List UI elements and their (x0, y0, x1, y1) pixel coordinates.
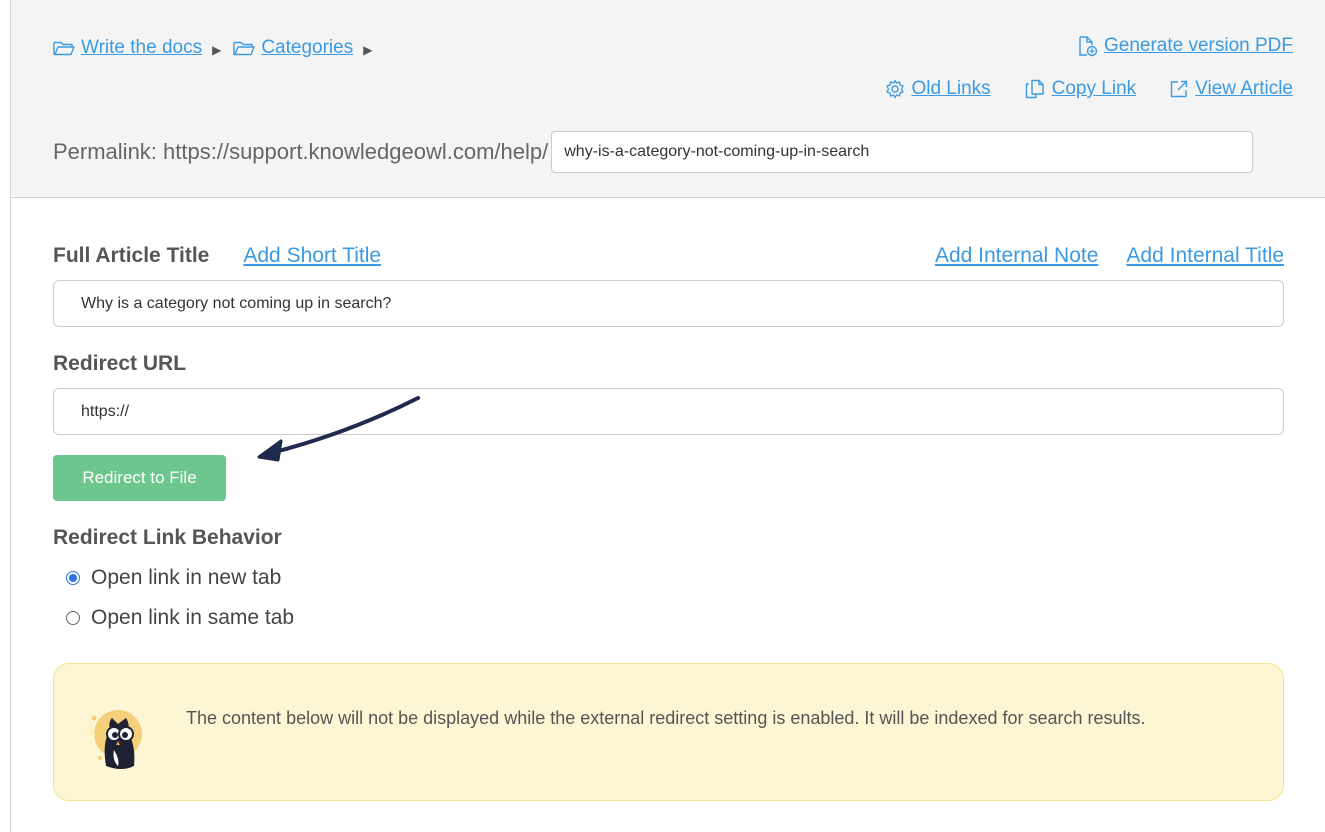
permalink-input[interactable] (551, 131, 1254, 173)
annotation-arrow-icon (257, 396, 420, 462)
generate-pdf-action[interactable]: Generate version PDF (1076, 35, 1293, 57)
breadcrumb-item-write-the-docs[interactable]: Write the docs (53, 37, 202, 59)
notice-text: The content below will not be displayed … (186, 708, 1146, 728)
redirect-link-behavior-label: Redirect Link Behavior (53, 526, 282, 549)
breadcrumb: Write the docs ▶ Categories ▶ (53, 36, 384, 60)
breadcrumb-link[interactable]: Categories (261, 37, 353, 59)
pdf-file-icon (1076, 35, 1098, 57)
folder-icon (53, 40, 75, 56)
add-internal-note-link[interactable]: Add Internal Note (935, 244, 1098, 268)
copy-link-link[interactable]: Copy Link (1052, 78, 1137, 100)
external-link-icon (1169, 79, 1189, 99)
breadcrumb-item-categories[interactable]: Categories (233, 37, 353, 59)
old-links-link[interactable]: Old Links (911, 78, 990, 100)
redirect-to-file-button[interactable]: Redirect to File (53, 455, 226, 501)
copy-icon (1024, 79, 1046, 99)
radio-label: Open link in new tab (91, 566, 282, 589)
breadcrumb-link[interactable]: Write the docs (81, 37, 202, 59)
view-article-action[interactable]: View Article (1169, 78, 1293, 100)
folder-icon (233, 40, 256, 56)
radio-label: Open link in same tab (91, 606, 295, 629)
full-article-title-label: Full Article Title (53, 244, 210, 267)
copy-link-action[interactable]: Copy Link (1024, 78, 1137, 100)
permalink-label: Permalink: https://support.knowledgeowl.… (53, 139, 549, 164)
redirect-url-label: Redirect URL (53, 352, 187, 375)
generate-pdf-link[interactable]: Generate version PDF (1104, 35, 1293, 57)
radio-button[interactable] (66, 571, 80, 585)
view-article-link[interactable]: View Article (1195, 78, 1293, 100)
permalink-row: Permalink: https://support.knowledgeowl.… (53, 131, 1254, 173)
caret-right-icon: ▶ (363, 43, 373, 57)
redirect-url-input[interactable] (53, 388, 1284, 435)
old-links-action[interactable]: Old Links (885, 78, 991, 100)
pdf-actions: Generate version PDF (1043, 35, 1293, 57)
redirect-notice: The content below will not be displayed … (53, 663, 1284, 801)
editor-frame: Write the docs ▶ Categories ▶ Generate v… (10, 0, 1325, 832)
article-actions: Old Links Copy Link View Article (852, 78, 1293, 100)
radio-button[interactable] (66, 611, 80, 625)
radio-open-same-tab[interactable]: Open link in same tab (66, 606, 294, 630)
article-title-input[interactable] (53, 280, 1284, 327)
gear-icon (885, 79, 905, 99)
caret-right-icon: ▶ (212, 43, 222, 57)
owl-icon (78, 696, 158, 781)
add-short-title-link[interactable]: Add Short Title (243, 244, 381, 268)
add-internal-title-link[interactable]: Add Internal Title (1126, 244, 1284, 268)
radio-open-new-tab[interactable]: Open link in new tab (66, 566, 281, 590)
article-header: Write the docs ▶ Categories ▶ Generate v… (11, 0, 1325, 198)
title-row: Full Article Title Add Short Title Add I… (53, 240, 1284, 272)
